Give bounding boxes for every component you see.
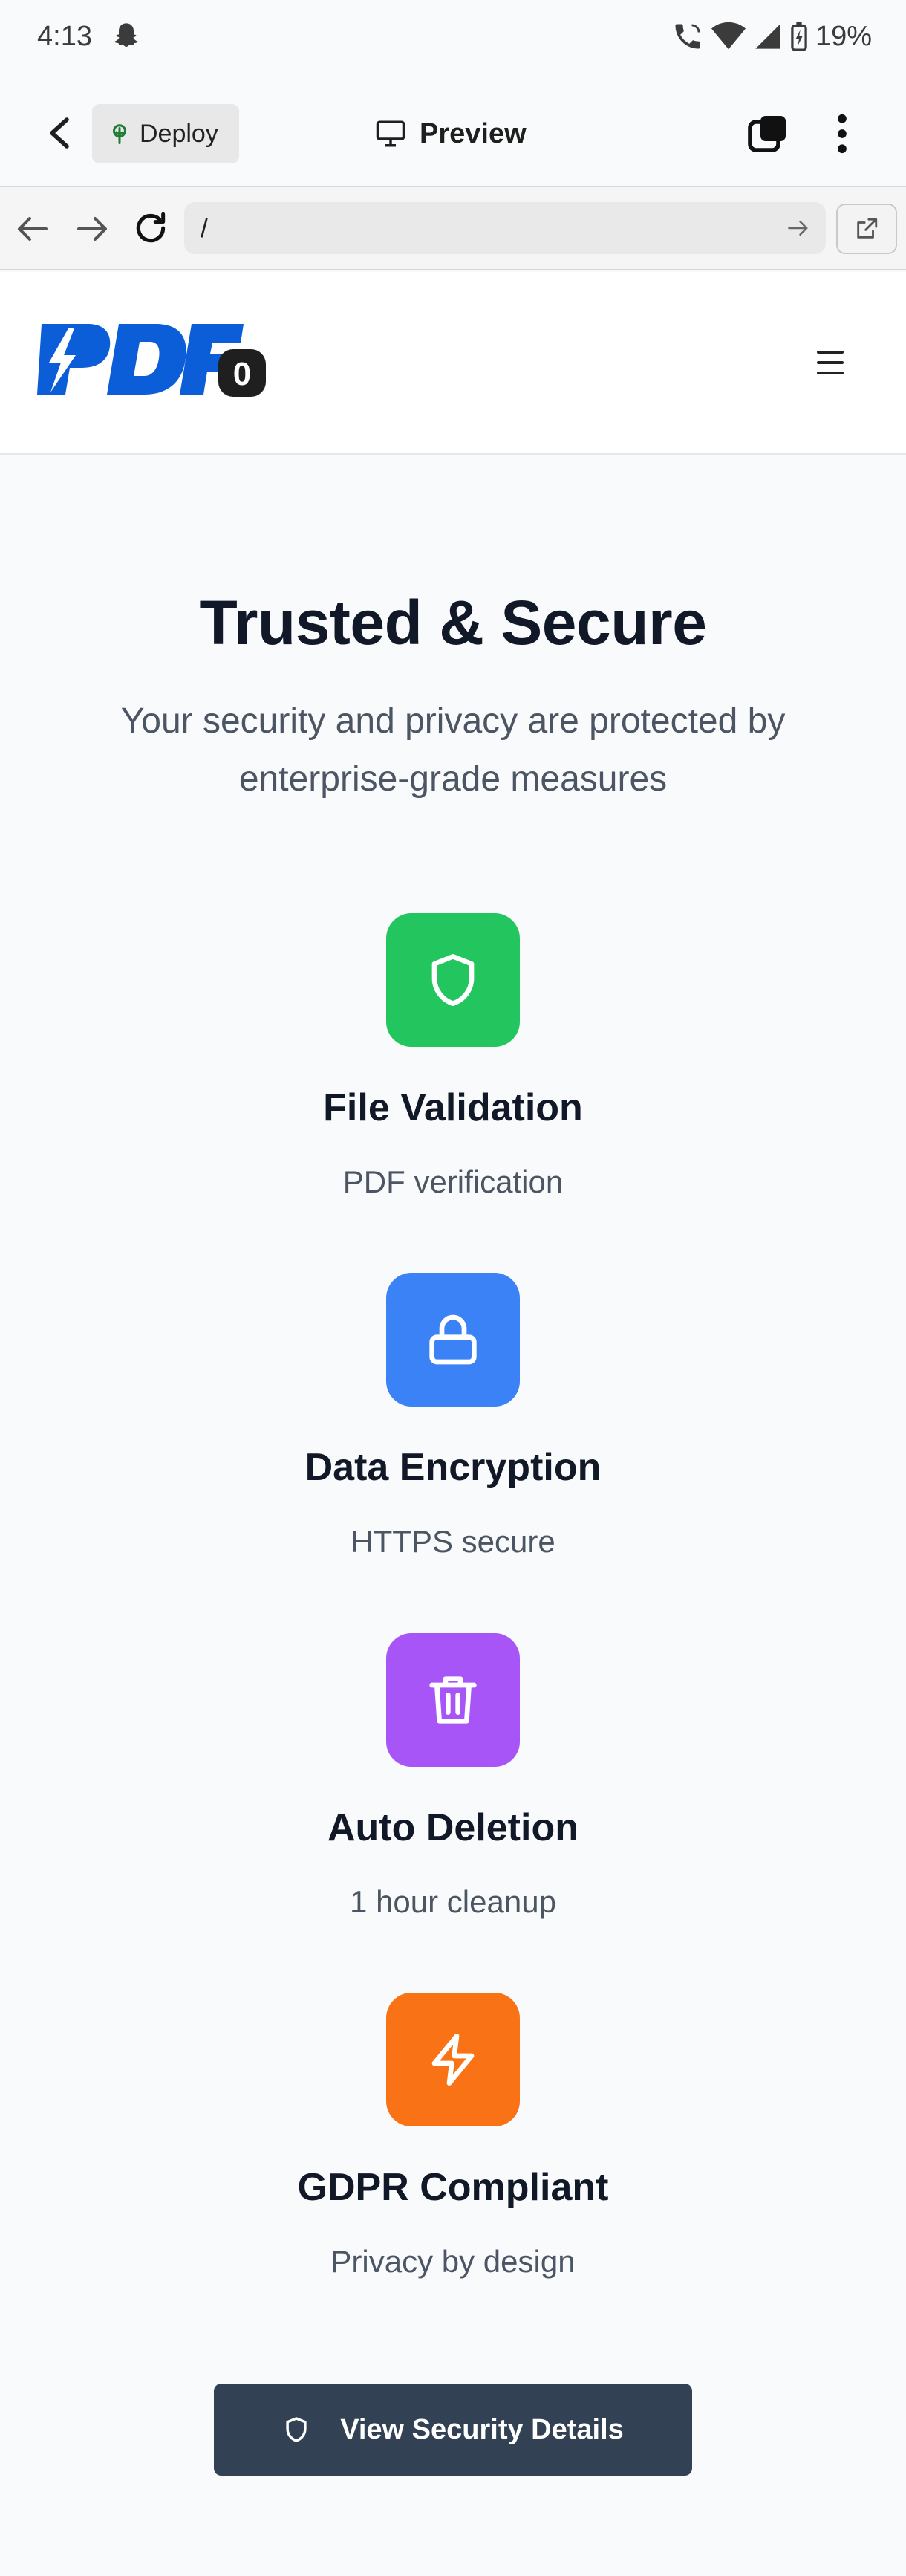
feature-data-encryption: Data Encryption HTTPS secure — [0, 1273, 906, 1585]
wifi-icon — [711, 22, 746, 50]
battery-percent: 19% — [815, 20, 872, 52]
section-subheading: Your security and privacy are protected … — [120, 701, 786, 799]
battery-icon — [791, 22, 807, 51]
monitor-icon — [376, 120, 405, 147]
preview-label: Preview — [420, 117, 527, 149]
main-content: Trusted & Secure Your security and priva… — [0, 455, 906, 2576]
more-vert-icon — [838, 114, 847, 154]
feature-title: File Validation — [323, 1086, 583, 1129]
hamburger-icon[interactable] — [812, 345, 848, 380]
lock-icon — [429, 1314, 477, 1365]
feature-gdpr-compliant: GDPR Compliant Privacy by design — [0, 1993, 906, 2305]
go-arrow-icon[interactable] — [787, 218, 809, 238]
feature-desc: 1 hour cleanup — [350, 1884, 556, 1919]
feature-title: GDPR Compliant — [297, 2166, 609, 2209]
feature-icon-box — [386, 1993, 520, 2126]
snapchat-icon — [111, 21, 141, 51]
view-security-details-button[interactable]: View Security Details — [214, 2384, 692, 2476]
url-text: / — [201, 212, 209, 243]
site-logo[interactable]: 0 — [36, 319, 267, 403]
zap-icon — [431, 2034, 475, 2086]
deploy-tree-icon — [113, 124, 126, 144]
tabs-icon — [748, 116, 786, 152]
status-bar: 4:13 19% — [0, 0, 906, 77]
section-heading: Trusted & Secure — [199, 588, 707, 658]
tabs-button[interactable] — [746, 111, 790, 156]
feature-file-validation: File Validation PDF verification — [0, 913, 906, 1225]
deploy-label: Deploy — [140, 119, 218, 148]
open-external-button[interactable] — [836, 204, 897, 254]
trash-icon — [429, 1676, 477, 1724]
nav-back-icon[interactable] — [15, 212, 50, 245]
open-external-icon — [857, 218, 878, 239]
wifi-call-icon — [675, 24, 700, 49]
url-input[interactable]: / — [184, 202, 826, 254]
feature-desc: PDF verification — [342, 1164, 564, 1199]
status-icons: 19% — [671, 19, 872, 53]
feature-icon-box — [386, 913, 520, 1047]
url-bar: / — [0, 187, 906, 270]
shield-icon — [431, 954, 475, 1006]
logo-badge: 0 — [233, 356, 251, 392]
back-button[interactable] — [39, 113, 79, 153]
feature-title: Auto Deletion — [327, 1806, 579, 1849]
feature-icon-box — [386, 1633, 520, 1767]
preview-title: Preview — [375, 107, 527, 160]
shield-icon — [286, 2417, 307, 2442]
app-bar: Deploy Preview — [0, 77, 906, 187]
nav-forward-icon[interactable] — [74, 212, 110, 245]
feature-desc: Privacy by design — [330, 2244, 576, 2279]
reload-icon[interactable] — [132, 210, 169, 247]
site-header: 0 — [0, 272, 906, 455]
back-arrow-icon — [50, 117, 69, 149]
feature-auto-deletion: Auto Deletion 1 hour cleanup — [0, 1633, 906, 1945]
feature-icon-box — [386, 1273, 520, 1407]
feature-title: Data Encryption — [304, 1446, 602, 1489]
more-options-button[interactable] — [824, 111, 860, 156]
signal-icon — [755, 24, 780, 49]
deploy-button[interactable]: Deploy — [92, 104, 239, 163]
security-button-label: View Security Details — [340, 2413, 624, 2445]
status-time: 4:13 — [37, 21, 92, 52]
feature-desc: HTTPS secure — [351, 1524, 555, 1559]
